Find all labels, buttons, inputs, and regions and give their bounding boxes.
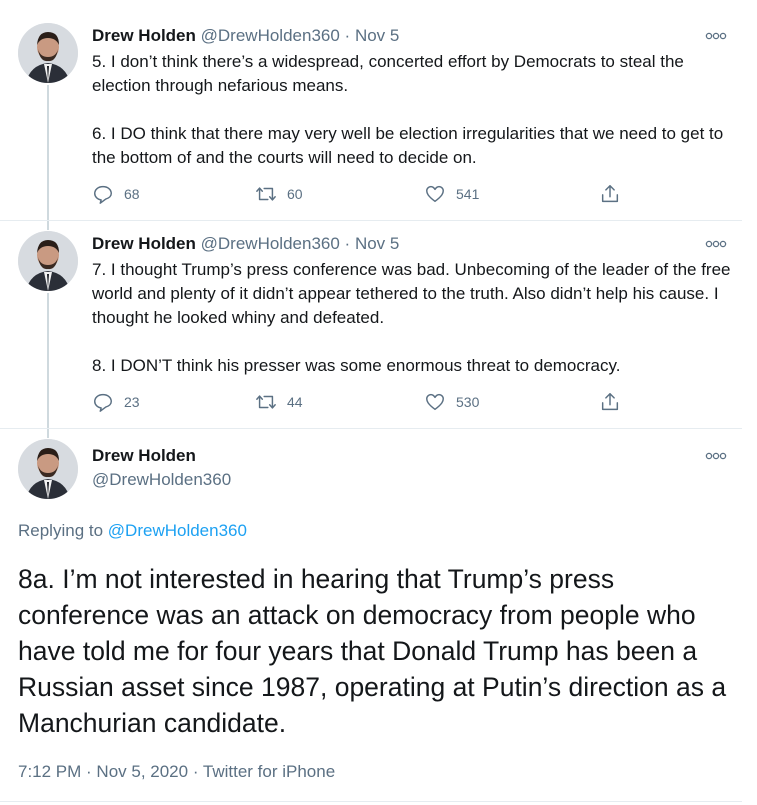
main-tweet-text: 8a. I’m not interested in hearing that T… (18, 564, 727, 738)
thread-line (47, 293, 49, 438)
share-icon (601, 185, 619, 203)
tweet-paragraph: 7. I thought Trump’s press conference wa… (92, 260, 731, 327)
tweet-text: 7. I thought Trump’s press conference wa… (92, 258, 737, 378)
retweet-button[interactable]: 60 (255, 183, 303, 205)
tweet-paragraph: 8. I DON’T think his presser was some en… (92, 356, 621, 375)
author-handle[interactable]: @DrewHolden360 (201, 26, 340, 45)
tweet-header: Drew Holden @DrewHolden360 · Nov 5 (92, 234, 399, 254)
replying-to-link[interactable]: @DrewHolden360 (108, 521, 247, 540)
more-icon[interactable] (705, 450, 727, 462)
replying-to: Replying to @DrewHolden360 (18, 521, 247, 541)
avatar[interactable] (18, 23, 78, 83)
like-icon (426, 185, 444, 203)
tweet-actions: 68 60 541 (92, 183, 632, 207)
separator-dot: · (344, 26, 355, 45)
reply-button[interactable]: 68 (92, 183, 140, 205)
retweet-count: 44 (287, 394, 303, 410)
author-name[interactable]: Drew Holden (92, 234, 196, 253)
tweet-paragraph: 6. I DO think that there may very well b… (92, 124, 724, 167)
author-name[interactable]: Drew Holden (92, 26, 196, 45)
share-button[interactable] (599, 183, 621, 205)
reply-count: 68 (124, 186, 140, 202)
like-button[interactable]: 541 (424, 183, 479, 205)
reply-icon (94, 393, 112, 412)
retweet-count: 60 (287, 186, 303, 202)
divider (0, 801, 742, 802)
retweet-icon (256, 395, 276, 409)
author-handle[interactable]: @DrewHolden360 (92, 470, 231, 490)
like-icon (426, 393, 444, 411)
more-icon[interactable] (705, 30, 727, 42)
thread-line (47, 85, 49, 230)
author-name[interactable]: Drew Holden (92, 446, 196, 466)
divider (0, 428, 742, 429)
retweet-icon (256, 187, 276, 201)
divider (0, 220, 742, 221)
tweet-date[interactable]: Nov 5 (355, 234, 399, 253)
reply-icon (94, 185, 112, 204)
author-handle[interactable]: @DrewHolden360 (201, 234, 340, 253)
tweet-text: 5. I don’t think there’s a widespread, c… (92, 50, 737, 170)
avatar[interactable] (18, 231, 78, 291)
scrollbar[interactable] (745, 0, 757, 805)
share-icon (601, 393, 619, 411)
more-icon[interactable] (705, 238, 727, 250)
tweet-timestamp[interactable]: 7:12 PM · Nov 5, 2020 · Twitter for iPho… (18, 762, 335, 782)
share-button[interactable] (599, 391, 621, 413)
like-count: 541 (456, 186, 480, 202)
tweet-header: Drew Holden @DrewHolden360 · Nov 5 (92, 26, 399, 46)
tweet-actions: 23 44 530 (92, 391, 632, 415)
reply-count: 23 (124, 394, 140, 410)
retweet-button[interactable]: 44 (255, 391, 303, 413)
tweet-date[interactable]: Nov 5 (355, 26, 399, 45)
separator-dot: · (344, 234, 355, 253)
like-button[interactable]: 530 (424, 391, 479, 413)
tweet-paragraph: 5. I don’t think there’s a widespread, c… (92, 52, 684, 95)
like-count: 530 (456, 394, 480, 410)
reply-button[interactable]: 23 (92, 391, 140, 413)
avatar[interactable] (18, 439, 78, 499)
replying-label: Replying to (18, 521, 104, 540)
